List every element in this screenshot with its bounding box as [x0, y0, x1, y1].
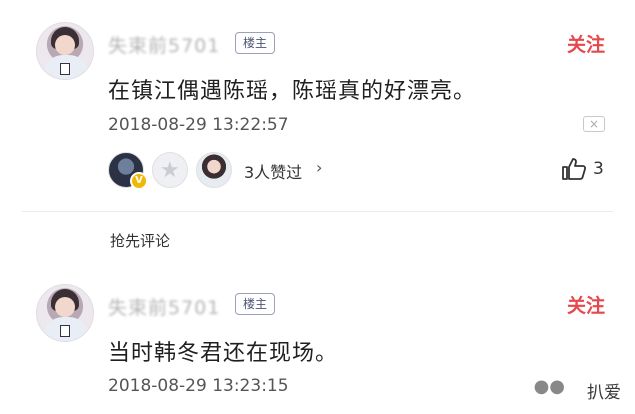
avatar-badge — [60, 63, 70, 75]
timestamp: 2018-08-29 13:23:15 — [108, 376, 289, 396]
owner-tag: 楼主 — [235, 293, 275, 315]
avatar[interactable] — [36, 284, 94, 342]
avatar-face — [55, 297, 75, 317]
avatar-face — [55, 35, 75, 55]
close-icon[interactable]: × — [583, 116, 605, 132]
divider — [22, 211, 613, 212]
watermark: 扒爱 — [587, 383, 621, 403]
comment-post-1: 失束前5701 楼主 关注 在镇江偶遇陈瑶，陈瑶真的好漂亮。 2018-08-2… — [0, 0, 635, 212]
star-icon: ★ — [160, 158, 180, 183]
like-button[interactable]: 3 — [561, 157, 611, 183]
avatar[interactable] — [36, 22, 94, 80]
avatar-badge — [60, 325, 70, 337]
likers-count-label[interactable]: 3人赞过 — [244, 159, 302, 183]
thumbs-up-icon — [562, 158, 587, 180]
comment-content: 在镇江偶遇陈瑶，陈瑶真的好漂亮。 — [108, 79, 477, 104]
owner-tag: 楼主 — [235, 32, 275, 54]
comment-content: 当时韩冬君还在现场。 — [108, 341, 339, 366]
user-name[interactable]: 失束前5701 — [108, 31, 220, 58]
follow-button[interactable]: 关注 — [567, 30, 605, 57]
first-comment-label[interactable]: 抢先评论 — [110, 230, 170, 251]
liker-avatar[interactable] — [196, 152, 232, 188]
like-count: 3 — [593, 159, 604, 179]
follow-button[interactable]: 关注 — [567, 291, 605, 318]
wechat-icon: ●● — [533, 376, 565, 397]
chevron-right-icon[interactable]: › — [316, 158, 322, 177]
timestamp: 2018-08-29 13:22:57 — [108, 115, 289, 135]
likers-row[interactable]: V ★ 3人赞过 › — [108, 150, 368, 190]
v-badge: V — [130, 172, 148, 190]
liker-avatar[interactable]: ★ — [152, 152, 188, 188]
user-name[interactable]: 失束前5701 — [108, 293, 220, 320]
